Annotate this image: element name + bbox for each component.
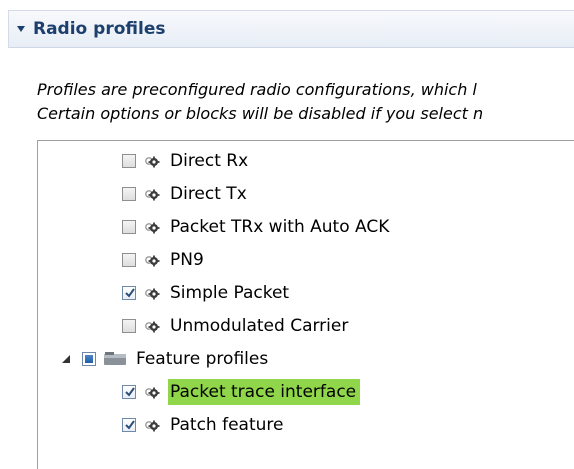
tree-item-label: Simple Packet (170, 283, 290, 303)
expand-triangle-icon[interactable] (60, 353, 72, 365)
tree-item-direct-rx[interactable]: Direct Rx (122, 145, 252, 177)
description-line-1: Profiles are preconfigured radio configu… (37, 80, 477, 99)
gear-icon (142, 316, 162, 336)
checkbox-feature-profiles[interactable] (82, 352, 96, 366)
gear-icon (142, 382, 162, 402)
tree-item-unmodulated-carrier[interactable]: Unmodulated Carrier (122, 310, 352, 342)
checkbox-patch-feature[interactable] (122, 418, 136, 432)
gear-icon (142, 151, 162, 171)
collapse-triangle-icon[interactable] (9, 11, 33, 47)
gear-icon (142, 415, 162, 435)
description-line-2: Certain options or blocks will be disabl… (37, 104, 484, 123)
tree-item-label-selected: Packet trace interface (168, 379, 361, 405)
folder-icon (102, 349, 128, 369)
tree-item-packet-trace-interface[interactable]: Packet trace interface (122, 376, 361, 408)
radio-profiles-panel: Radio profiles Profiles are preconfigure… (0, 0, 574, 469)
description-text: Profiles are preconfigured radio configu… (37, 78, 574, 126)
tree-item-packet-trx-auto-ack[interactable]: Packet TRx with Auto ACK (122, 211, 393, 243)
tree-item-label: Packet TRx with Auto ACK (170, 217, 390, 237)
tree-group-label: Feature profiles (136, 349, 269, 369)
tree-item-label: PN9 (170, 250, 204, 270)
tree-item-label: Unmodulated Carrier (170, 316, 349, 336)
checkbox-packet-trx-auto-ack[interactable] (122, 220, 136, 234)
profiles-tree: Direct Rx Direct Tx Packet TRx with Auto… (37, 140, 574, 469)
gear-icon (142, 184, 162, 204)
checkbox-simple-packet[interactable] (122, 286, 136, 300)
tree-item-patch-feature[interactable]: Patch feature (122, 409, 287, 441)
radio-profiles-section-header[interactable]: Radio profiles (8, 10, 574, 48)
gear-icon (142, 283, 162, 303)
checkbox-direct-rx[interactable] (122, 154, 136, 168)
tree-item-label: Direct Rx (170, 151, 249, 171)
tree-item-direct-tx[interactable]: Direct Tx (122, 178, 251, 210)
tree-item-pn9[interactable]: PN9 (122, 244, 208, 276)
gear-icon (142, 217, 162, 237)
section-title: Radio profiles (33, 19, 166, 39)
checkbox-pn9[interactable] (122, 253, 136, 267)
tree-group-feature-profiles[interactable]: Feature profiles (60, 343, 272, 375)
checkbox-unmodulated-carrier[interactable] (122, 319, 136, 333)
checkbox-direct-tx[interactable] (122, 187, 136, 201)
tree-item-label: Patch feature (170, 415, 284, 435)
tree-item-label: Direct Tx (170, 184, 247, 204)
gear-icon (142, 250, 162, 270)
checkbox-packet-trace-interface[interactable] (122, 385, 136, 399)
tree-item-simple-packet[interactable]: Simple Packet (122, 277, 293, 309)
